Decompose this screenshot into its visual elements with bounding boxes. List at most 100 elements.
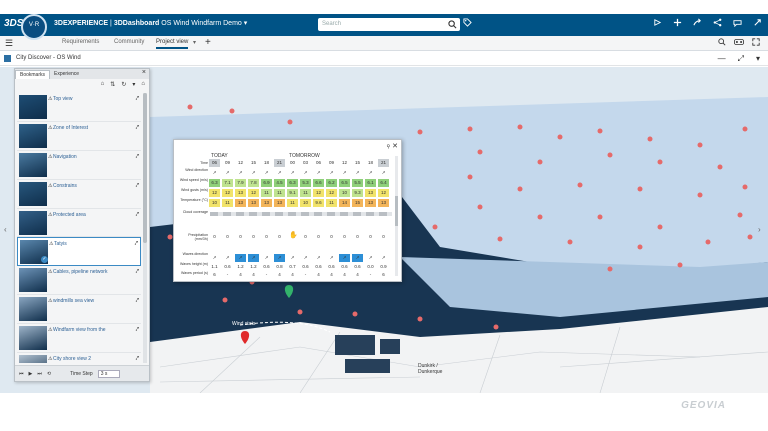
wind-gusts-row-cell: 12 xyxy=(378,189,389,197)
link-icon[interactable]: ⤤ xyxy=(136,96,139,103)
tab-community[interactable]: Community xyxy=(114,39,144,45)
rewind-icon[interactable]: ⏮ xyxy=(19,371,24,377)
bookmark-scrollbar[interactable] xyxy=(143,93,147,363)
wind-gusts-row-cell: 12 xyxy=(313,189,324,197)
link-icon[interactable]: ⤤ xyxy=(136,212,139,219)
sort-icon[interactable]: ⇅ xyxy=(110,81,115,88)
vr-glasses-icon[interactable] xyxy=(734,38,744,48)
link-icon[interactable]: ⤤ xyxy=(136,183,139,190)
chevron-down-icon[interactable]: ▾ xyxy=(244,20,248,27)
warning-icon: ⚠ xyxy=(48,356,53,363)
bookmark-item[interactable]: ⚠ Windfarm view from the ⤤ xyxy=(17,324,141,354)
waves-direction-row-cell: ↗ xyxy=(352,254,363,262)
bookmark-item[interactable]: ⚠ Navigation ⤤ xyxy=(17,151,141,180)
temperature-row-cell: 13 xyxy=(378,199,389,207)
pin-icon[interactable]: ⚲ xyxy=(387,144,391,150)
time-row-cell: 15 xyxy=(352,159,363,167)
fullscreen-icon[interactable] xyxy=(752,38,760,48)
warning-icon: ⚠ xyxy=(48,298,53,305)
menu-icon[interactable]: ☰ xyxy=(5,38,13,49)
wind-gusts-row-cell: 13 xyxy=(235,189,246,197)
share-icon[interactable] xyxy=(713,18,722,29)
wave-period-row-cell: 4 xyxy=(317,272,320,277)
wave-period-row-cell: - xyxy=(369,272,372,277)
bookmark-item[interactable]: ⚠ Protected area ⤤ xyxy=(17,209,141,238)
link-icon[interactable]: ⤤ xyxy=(136,154,139,161)
wind-direction-row-cell: ↗ xyxy=(290,170,295,175)
tab-experience[interactable]: Experience xyxy=(50,70,83,78)
link-icon[interactable]: ⤤ xyxy=(136,298,139,305)
bookmark-item[interactable]: ⚠ Zone of Interest ⤤ xyxy=(17,122,141,151)
wind-speed-label: Wind speed (m/s) xyxy=(179,178,208,182)
waves-direction-row-cell: ↗ xyxy=(248,254,259,262)
add-icon[interactable] xyxy=(673,18,682,29)
link-icon[interactable]: ⤤ xyxy=(135,241,138,248)
wind-speed-row: 6.3 7.1 7.9 7.8 6.9 4.5 6.3 5.3 6.6 6.2 6.5 5.5 6.1 6… xyxy=(209,179,393,187)
bookmark-label: City shore view 2 xyxy=(53,356,92,363)
link-icon[interactable]: ⤤ xyxy=(136,327,139,334)
pin-icon[interactable]: ⌂ xyxy=(141,81,145,88)
wind-direction-row: ↗ ↗ ↗ ↗ ↗ ↗ ↗ ↗ ↗ ↗ ↗ ↗ ↗ ↗ xyxy=(209,169,393,177)
search-icon[interactable] xyxy=(448,20,457,29)
weather-toolbar: ⚲ ✕ xyxy=(387,142,399,150)
zoom-icon[interactable] xyxy=(718,38,726,48)
tab-project-view[interactable]: Project view xyxy=(156,39,189,49)
wind-direction-row-cell: ↗ xyxy=(355,170,360,175)
bookmark-item[interactable]: ⚠ City shore view 2 ⤤ xyxy=(17,353,141,363)
timestep-input[interactable]: 3 s xyxy=(97,369,120,378)
bookmark-item[interactable]: ⚠ Constrains ⤤ xyxy=(17,180,141,209)
close-icon[interactable]: ✕ xyxy=(392,143,398,150)
forward-icon[interactable]: ⏭ xyxy=(37,371,42,377)
tab-requirements[interactable]: Requirements xyxy=(62,39,99,45)
warning-icon: ⚠ xyxy=(48,124,53,131)
loop-icon[interactable]: ⟲ xyxy=(47,371,51,377)
bookmark-item[interactable]: ⚠ Top view ⤤ xyxy=(17,93,141,122)
share-arrow-icon[interactable] xyxy=(693,18,702,29)
add-tab-icon[interactable]: + xyxy=(205,37,211,48)
link-icon[interactable]: ⤤ xyxy=(136,356,139,363)
wind-gusts-row-cell: 11 xyxy=(274,189,285,197)
home-icon[interactable]: ⌂ xyxy=(101,81,105,88)
brand-title[interactable]: 3DEXPERIENCE | 3DDashboard OS Wind Windf… xyxy=(54,19,247,27)
warning-icon: ⚠ xyxy=(48,96,53,102)
bookmark-thumbnail xyxy=(19,297,47,322)
bookmark-item[interactable]: ⚠ Cables, pipeline network ⤤ xyxy=(17,266,141,296)
search-input[interactable]: Search xyxy=(318,18,460,31)
tag-icon[interactable] xyxy=(463,18,472,29)
user-icon[interactable] xyxy=(653,18,662,29)
settings-chevron-icon[interactable]: ▾ xyxy=(132,81,135,88)
communication-icon[interactable] xyxy=(733,18,742,29)
scrollbar-thumb[interactable] xyxy=(143,93,147,243)
refresh-icon[interactable]: ↻ xyxy=(121,81,126,88)
temperature-row: 10 11 13 13 13 13 11 10 9.6 11 14 15 13 13 xyxy=(209,199,393,207)
widget-menu-chevron-icon[interactable]: ▾ xyxy=(756,54,760,64)
minimize-icon[interactable]: — xyxy=(718,54,726,64)
tab-options-chevron-icon[interactable]: ▾ xyxy=(193,39,196,46)
link-icon[interactable]: ⤤ xyxy=(136,269,139,276)
temperature-row-cell: 9.6 xyxy=(313,199,324,207)
wind-speed-row-cell: 6.5 xyxy=(339,179,350,187)
play-icon[interactable]: ▶ xyxy=(29,371,33,377)
weather-scrollbar[interactable] xyxy=(395,156,398,276)
help-icon[interactable] xyxy=(753,18,762,29)
bookmark-item[interactable]: ⚠ windmills sea view ⤤ xyxy=(17,295,141,325)
waves-direction-row-cell: ↗ xyxy=(235,254,246,262)
precipitation-row-cell: 0 xyxy=(226,234,229,239)
wave-period-row-cell: 4 xyxy=(239,272,242,277)
link-icon[interactable]: ⤤ xyxy=(136,125,139,132)
expand-icon[interactable]: ⤢ xyxy=(738,54,744,64)
temperature-row-cell: 11 xyxy=(222,199,233,207)
wave-period-row-cell: 6 xyxy=(213,272,216,277)
compass-icon[interactable]: V·R xyxy=(21,14,47,40)
time-row-cell: 21 xyxy=(274,159,285,167)
weather-scrollbar-thumb[interactable] xyxy=(395,196,398,226)
close-icon[interactable]: × xyxy=(142,69,146,76)
wind-speed-row-cell: 6.3 xyxy=(287,179,298,187)
tab-bookmarks[interactable]: Bookmarks xyxy=(15,69,51,79)
time-row: 06 09 12 15 18 21 00 03 06 09 12 15 18 21 xyxy=(209,159,393,167)
bookmark-item[interactable]: ⚠ Tatyis ⤤ ✓ xyxy=(17,237,141,267)
precipitation-row-cell: 0 xyxy=(278,234,281,239)
time-row-cell: 21 xyxy=(378,159,389,167)
wave-height-row-cell: 0.6 xyxy=(328,264,335,269)
wave-period-label: Waves period (s) xyxy=(180,271,208,275)
